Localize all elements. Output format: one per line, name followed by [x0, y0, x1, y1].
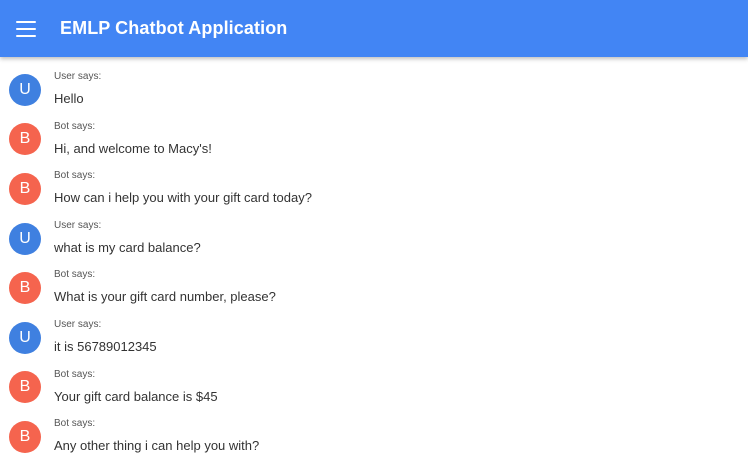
app-title: EMLP Chatbot Application	[60, 18, 288, 38]
message-text: Your gift card balance is $45	[54, 388, 218, 404]
chat-message: B Bot says: How can i help you with your…	[0, 164, 748, 214]
bot-avatar: B	[9, 123, 41, 156]
message-body: Bot says: Hi, and welcome to Macy's!	[54, 121, 212, 158]
speaker-label: User says:	[54, 219, 102, 231]
menu-line	[16, 20, 36, 23]
app-bar: EMLP Chatbot Application	[0, 0, 748, 57]
bot-avatar: B	[9, 420, 41, 453]
speaker-label: User says:	[54, 71, 102, 82]
speaker-label: Bot says:	[54, 368, 96, 380]
message-body: User says: it is 56789012345	[54, 319, 157, 356]
message-text: Hello	[54, 91, 84, 106]
message-text: Any other thing i can help you with?	[54, 438, 260, 454]
message-body: User says: what is my card balance?	[54, 220, 201, 257]
message-body: Bot says: How can i help you with your g…	[54, 170, 312, 207]
hamburger-menu-icon[interactable]	[16, 20, 36, 37]
chat-message: B Bot says: Any other thing i can help y…	[0, 412, 748, 462]
message-text: Hi, and welcome to Macy's!	[54, 140, 212, 156]
message-list[interactable]: U User says: Hello B Bot says: Hi, and w…	[0, 57, 748, 464]
user-avatar: U	[9, 321, 41, 354]
chat-message: U User says: Hello	[0, 65, 748, 115]
user-avatar: U	[9, 73, 41, 106]
chat-message: B Bot says: What is your gift card numbe…	[0, 263, 748, 313]
user-avatar: U	[9, 222, 41, 255]
bot-avatar: B	[9, 371, 41, 404]
message-body: Bot says: What is your gift card number,…	[54, 269, 276, 306]
bot-avatar: B	[9, 272, 41, 305]
message-text: How can i help you with your gift card t…	[54, 190, 312, 206]
message-body: Bot says: Your gift card balance is $45	[54, 369, 218, 406]
bot-avatar: B	[9, 172, 41, 205]
message-text: What is your gift card number, please?	[54, 289, 276, 305]
menu-line	[16, 34, 36, 37]
speaker-label: Bot says:	[54, 269, 96, 281]
chat-message: U User says: it is 56789012345	[0, 313, 748, 363]
message-text: it is 56789012345	[54, 338, 157, 354]
message-text: what is my card balance?	[54, 239, 201, 255]
speaker-label: Bot says:	[54, 418, 96, 430]
chat-message: B Bot says: Your gift card balance is $4…	[0, 363, 748, 413]
speaker-label: Bot says:	[54, 170, 96, 182]
chat-message: B Bot says: Hi, and welcome to Macy's!	[0, 115, 748, 165]
speaker-label: User says:	[54, 318, 102, 330]
message-body: User says: Hello	[54, 71, 101, 108]
message-body: Bot says: Any other thing i can help you…	[54, 418, 259, 455]
speaker-label: Bot says:	[54, 120, 96, 132]
menu-line	[16, 27, 36, 30]
chat-message: U User says: what is my card balance?	[0, 214, 748, 264]
